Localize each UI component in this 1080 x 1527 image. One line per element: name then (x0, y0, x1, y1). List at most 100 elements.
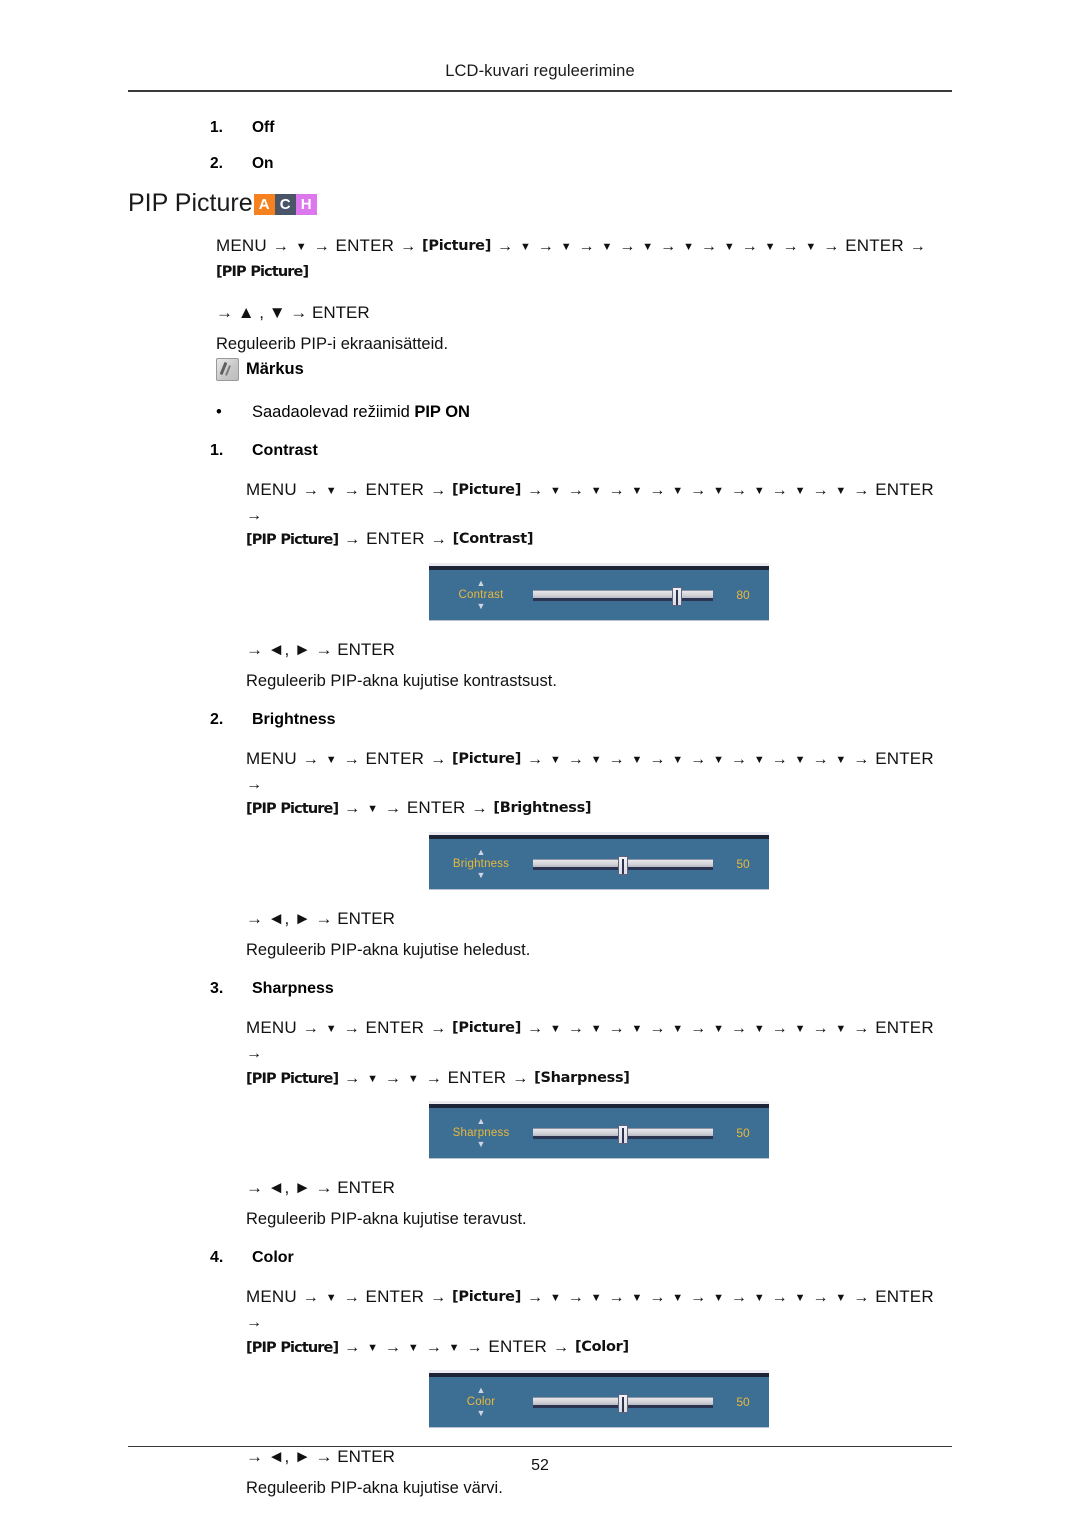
arrow-right-icon: → (338, 1020, 365, 1038)
description-main: Reguleerib PIP-i ekraanisätteid. (216, 334, 449, 353)
arrow-right-icon: → (644, 481, 671, 499)
list-item-number: 1. (210, 119, 223, 136)
osd-slider-track[interactable] (533, 855, 713, 875)
osd-value: 50 (736, 1395, 750, 1410)
pip-picture-menu-token: [PIP Picture] (246, 1339, 339, 1356)
arrow-right-icon: → (297, 481, 324, 499)
caret-down-icon: ▼ (476, 601, 486, 611)
arrow-down-icon: ▼ (631, 1023, 643, 1036)
arrow-down-icon: ▼ (560, 241, 572, 253)
enter-key-label: ENTER (365, 1018, 425, 1038)
keyline-sharpness: → ◄, ► → ENTER (246, 1178, 395, 1198)
arrow-down-icon: ▼ (295, 241, 307, 253)
arrow-down-icon: ▼ (753, 484, 765, 497)
arrow-down-icon: ▼ (590, 1023, 602, 1036)
caret-up-icon: ▲ (476, 578, 486, 588)
arrow-right-icon: → (379, 800, 406, 818)
keyline-contrast: → ◄, ► → ENTER (246, 640, 395, 659)
osd-slider-track[interactable] (533, 586, 713, 606)
arrow-down-icon: ▼ (835, 1023, 847, 1036)
enter-key-label: ENTER (366, 529, 425, 549)
arrow-right-icon: → (725, 751, 752, 768)
arrow-right-icon: → (379, 1069, 406, 1087)
arrow-down-icon: ▼ (325, 1023, 337, 1036)
menu-path-contrast: MENU → ▼ → ENTER → [Picture] → ▼ → ▼ → ▼… (246, 478, 952, 552)
osd-slider-handle[interactable] (672, 586, 682, 606)
arrow-right-icon: → (338, 481, 365, 499)
arrow-right-icon: → (848, 1020, 875, 1038)
arrow-right-icon: → (603, 1289, 630, 1307)
osd-value: 80 (736, 588, 750, 602)
arrow-right-icon: → (522, 481, 548, 499)
osd-track-column (533, 1124, 717, 1144)
arrow-right-icon: → (818, 238, 845, 255)
item-body: MENU → ▼ → ENTER → [Picture] → ▼ → ▼ → ▼… (128, 1016, 952, 1229)
osd-label-column: ▲ Color ▼ (429, 1386, 533, 1419)
arrow-down-icon: ▼ (723, 241, 735, 253)
arrow-right-icon: → (695, 238, 722, 255)
arrow-right-icon: → (522, 1020, 548, 1038)
description-color: Reguleerib PIP-akna kujutise värvi. (246, 1479, 503, 1498)
arrow-down-icon: ▼ (794, 484, 806, 497)
osd-slider-track[interactable] (533, 1393, 713, 1413)
item-number: 2. (210, 711, 224, 728)
list-item: 2. On (210, 155, 952, 173)
bullet-text-strong: PIP ON (414, 402, 470, 421)
arrow-down-icon: ▼ (448, 1341, 460, 1354)
arrow-down-icon: ▼ (590, 484, 602, 497)
arrow-right-icon: → (297, 1289, 324, 1307)
arrow-down-icon: ▼ (713, 1292, 724, 1305)
osd-slider-track[interactable] (533, 1124, 713, 1144)
osd-slider-handle[interactable] (618, 1393, 628, 1413)
arrow-down-icon: ▼ (805, 241, 817, 253)
pip-picture-menu-token: [PIP Picture] (246, 1070, 339, 1087)
list-item: 1. Off (210, 119, 952, 137)
caret-down-icon: ▼ (476, 1408, 486, 1419)
item-body: MENU → ▼ → ENTER → [Picture] → ▼ → ▼ → ▼… (128, 747, 952, 960)
arrow-right-icon: → (425, 751, 452, 768)
header-divider (128, 90, 952, 92)
page-header: LCD-kuvari reguleerimine (128, 0, 952, 92)
arrow-right-icon: → (548, 1338, 574, 1356)
arrow-down-icon: ▼ (631, 484, 643, 497)
item-number: 1. (210, 441, 224, 459)
item-title: Color (252, 1249, 294, 1267)
menu-path-main: MENU → ▼ → ENTER → [Picture] → ▼ → ▼ → ▼… (216, 234, 952, 283)
arrow-right-icon: → (848, 481, 875, 499)
note-label: Märkus (246, 359, 304, 378)
arrow-right-icon: → (848, 751, 875, 768)
arrow-right-icon: → (339, 531, 366, 549)
arrow-right-icon: → (655, 238, 682, 255)
menu-key-label: MENU (246, 749, 297, 768)
arrow-right-icon: → (736, 238, 763, 255)
arrow-right-icon: → (766, 751, 793, 768)
pip-settings-items: 1. Contrast MENU → ▼ → ENTER → [Picture] →… (128, 442, 952, 1499)
keyline-brightness: → ◄, ► → ENTER (246, 909, 395, 929)
arrow-down-icon: ▼ (407, 1072, 419, 1085)
arrow-down-icon: ▼ (794, 1023, 806, 1036)
arrow-down-icon: ▼ (672, 1292, 684, 1305)
osd-label-column: ▲ Brightness ▼ (429, 848, 533, 880)
osd-value: 50 (736, 857, 750, 872)
osd-slider-handle[interactable] (618, 1124, 628, 1144)
arrow-right-icon: → (807, 481, 834, 499)
arrow-right-icon: → (685, 481, 712, 499)
arrow-down-icon: ▼ (713, 484, 724, 497)
arrow-down-icon: ▼ (753, 1023, 765, 1036)
arrow-down-icon: ▼ (672, 754, 684, 766)
enter-key-label: ENTER (335, 236, 395, 255)
pip-picture-menu-token: [PIP Picture] (216, 263, 309, 280)
arrow-right-icon: → (644, 751, 671, 768)
arrow-down-icon: ▼ (672, 1023, 684, 1036)
pip-picture-menu-token: [PIP Picture] (246, 532, 339, 549)
arrow-right-icon: → (522, 1289, 548, 1307)
item-number: 4. (210, 1249, 224, 1267)
submenu-token: [Sharpness] (534, 1069, 630, 1086)
arrow-down-icon: ▼ (519, 241, 531, 253)
osd-slider-handle[interactable] (618, 855, 628, 875)
picture-menu-token: [Picture] (452, 1289, 522, 1306)
arrow-right-icon: → (420, 1069, 447, 1087)
enter-key-label: ENTER (447, 1067, 507, 1087)
arrow-down-icon: ▼ (590, 1292, 602, 1305)
bullet-item: • Saadaolevad režiimid PIP ON (216, 403, 952, 422)
